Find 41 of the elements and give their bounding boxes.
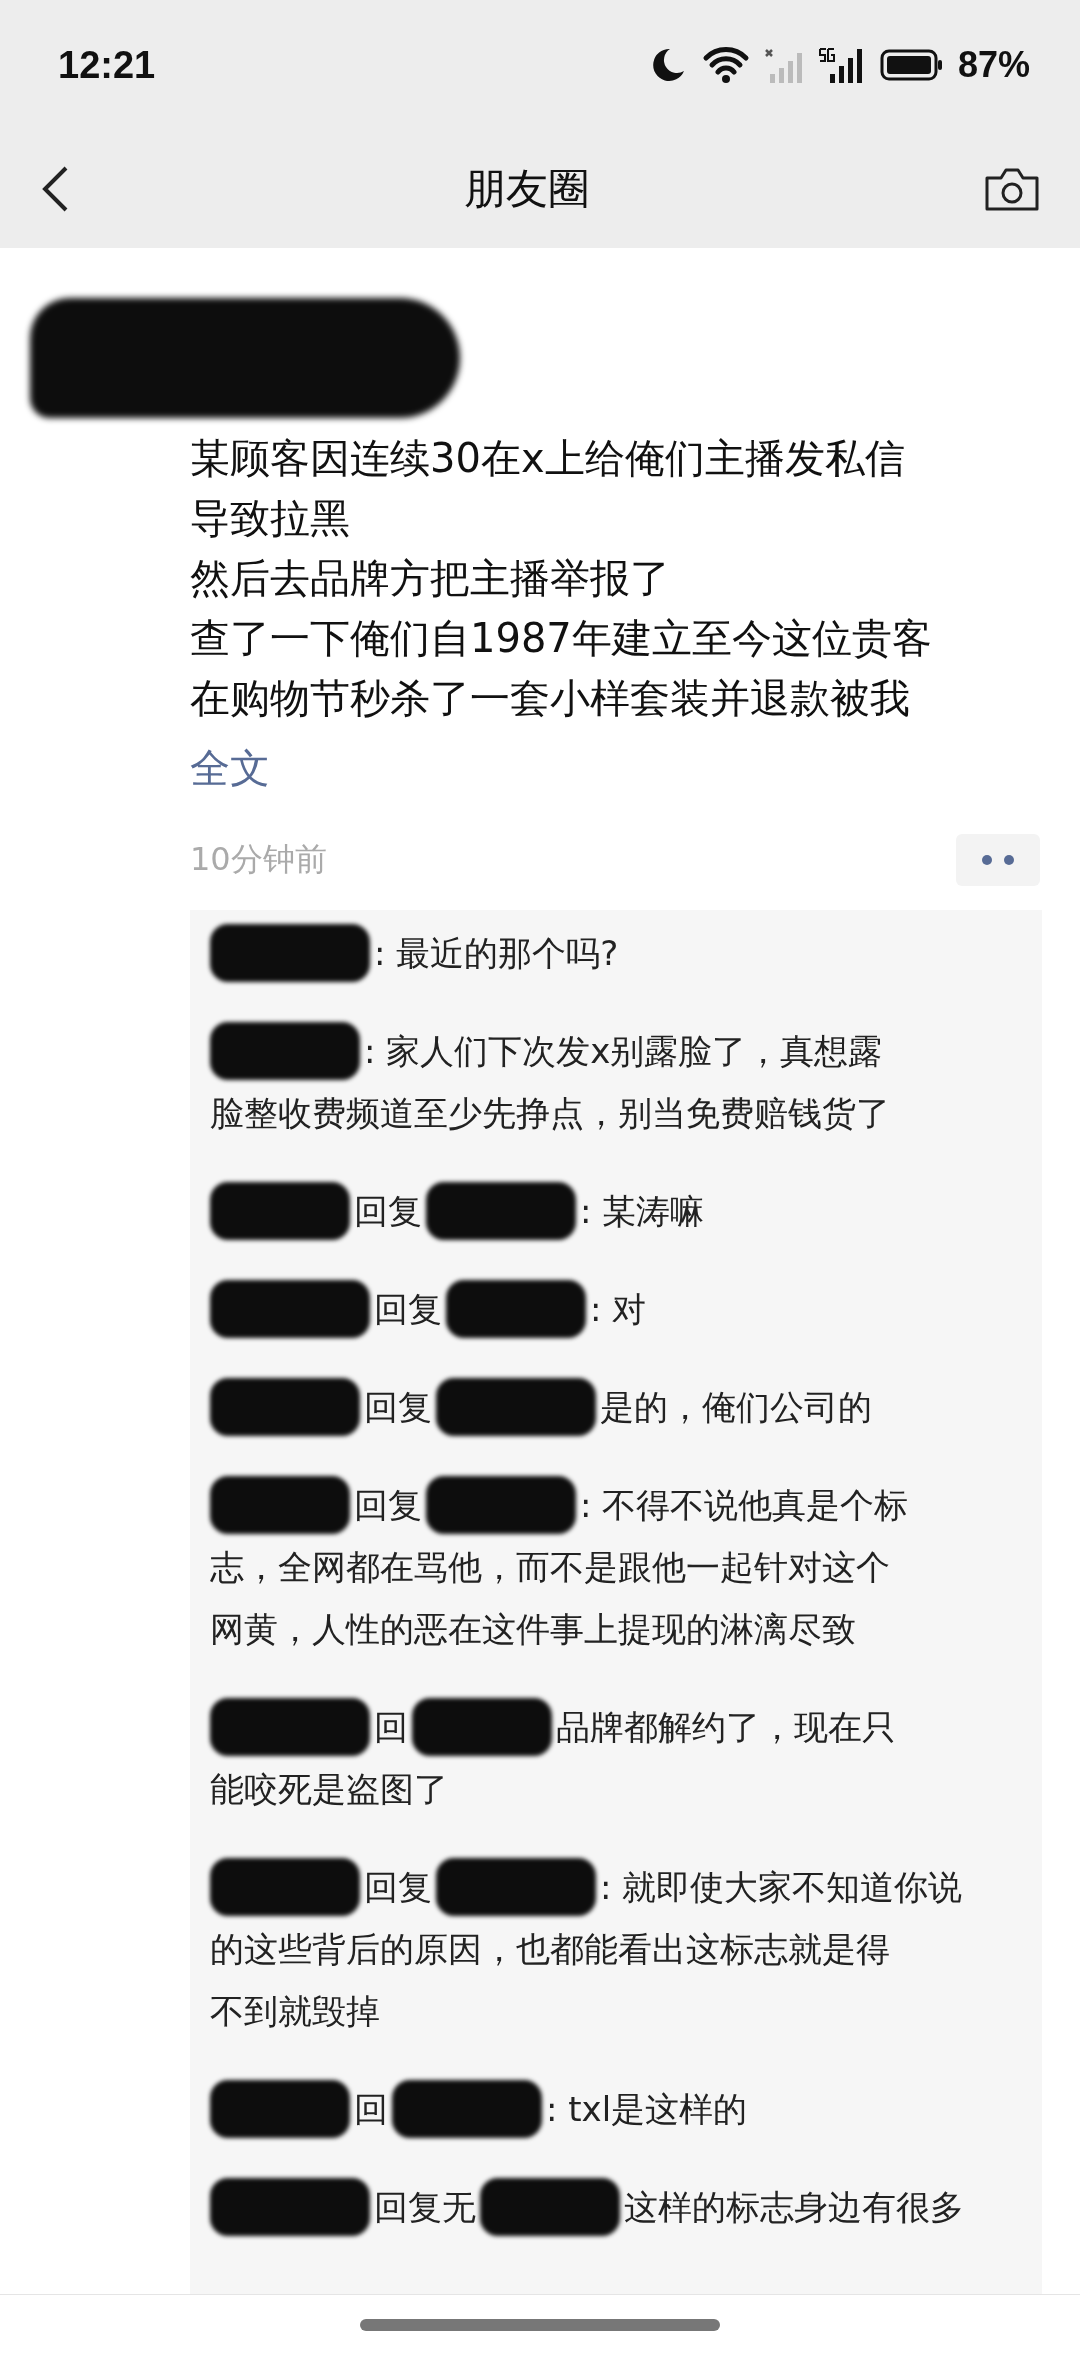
status-time: 12:21 — [58, 43, 156, 87]
comment-text: 这样的标志身边有很多 — [624, 2186, 964, 2229]
battery-icon — [879, 48, 944, 82]
comment-text: : txl是这样的 — [546, 2088, 748, 2131]
comment-text: 的这些背后的原因，也都能看出这标志就是得 — [210, 1928, 891, 1971]
comment-text: : 最近的那个吗? — [374, 932, 619, 975]
comment-text: 回 — [354, 2088, 388, 2131]
back-icon[interactable] — [40, 164, 70, 214]
comment-text: 网黄，人性的恶在这件事上提现的淋漓尽致 — [210, 1608, 857, 1651]
comment-text: : 家人们下次发x别露脸了，真想露 — [364, 1030, 883, 1073]
comment-text: 回复 — [354, 1484, 422, 1527]
comment-text: : 不得不说他真是个标 — [580, 1484, 909, 1527]
comment-text: 回复 — [354, 1190, 422, 1233]
comment-text: 回 — [374, 1706, 408, 1749]
comment-text: 品牌都解约了，现在只 — [556, 1706, 896, 1749]
post-text: 查了一下俺们自1987年建立至今这位贵客 — [190, 614, 933, 663]
comment-text: 回复无 — [374, 2186, 476, 2229]
comment-text: : 对 — [590, 1288, 647, 1331]
comment-text: 回复 — [364, 1866, 432, 1909]
comment-text: 不到就毁掉 — [210, 1990, 381, 2033]
dots-icon — [981, 854, 1015, 866]
comment-text: 回复 — [374, 1288, 442, 1331]
comment-text: 是的，俺们公司的 — [600, 1386, 872, 1429]
comment-text: 能咬死是盗图了 — [210, 1768, 449, 1811]
comment-text: 回复 — [364, 1386, 432, 1429]
post-text: 导致拉黑 — [190, 494, 351, 543]
camera-icon[interactable] — [984, 166, 1040, 212]
more-button[interactable] — [956, 834, 1040, 886]
signal-icon — [763, 46, 804, 84]
comment-text: 志，全网都在骂他，而不是跟他一起针对这个 — [210, 1546, 891, 1589]
comment-text: 脸整收费频道至少先挣点，别当免费赔钱货了 — [210, 1092, 891, 1135]
post-text: 某顾客因连续30在x上给俺们主播发私信 — [190, 434, 906, 483]
post-text: 在购物节秒杀了一套小样套装并退款被我 — [190, 674, 911, 723]
wifi-icon — [701, 46, 750, 84]
post-time: 10分钟前 — [190, 839, 327, 880]
battery-percent: 87% — [957, 44, 1030, 86]
page-title: 朋友圈 — [464, 163, 590, 215]
comment-text: : 某涛嘛 — [580, 1190, 705, 1233]
post-text: 然后去品牌方把主播举报了 — [190, 554, 671, 603]
full-text-link[interactable]: 全文 — [190, 738, 270, 798]
comment-text: : 就即使大家不知道你说 — [600, 1866, 963, 1909]
